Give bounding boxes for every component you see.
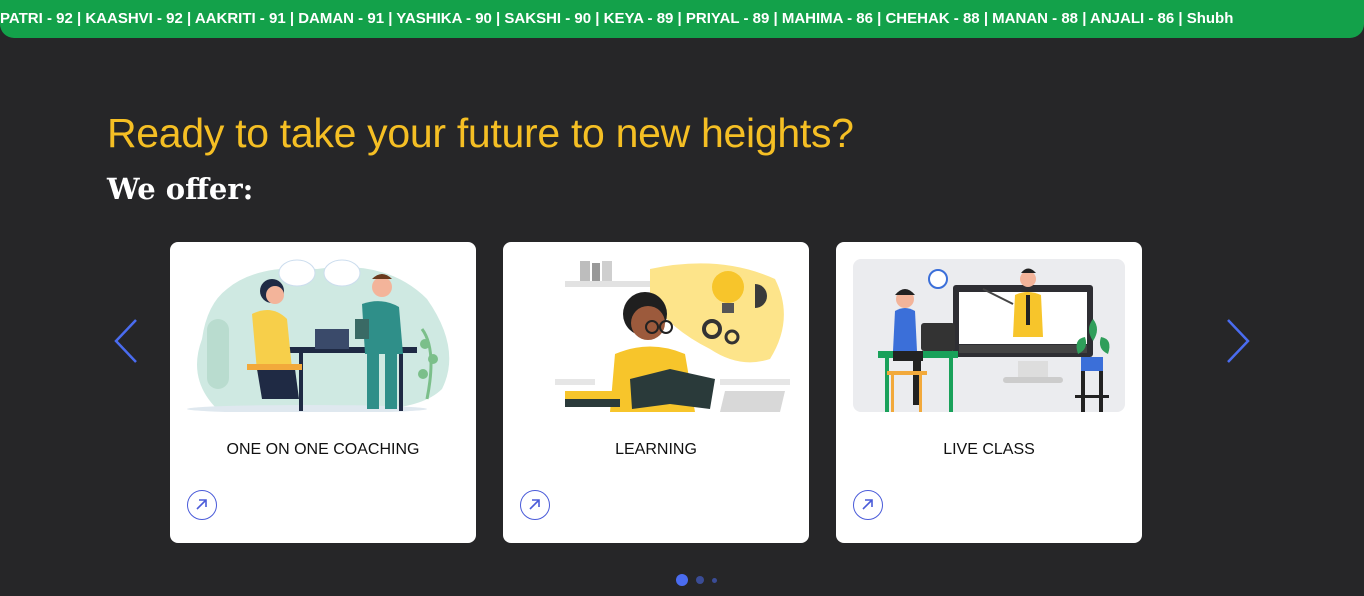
- chevron-right-icon: [1227, 319, 1250, 363]
- card-link-button[interactable]: [187, 490, 217, 520]
- chevron-left-icon: [114, 319, 137, 363]
- card-title: LIVE CLASS: [943, 441, 1035, 458]
- carousel-next-button[interactable]: [1218, 316, 1258, 366]
- pagination-dot[interactable]: [696, 576, 704, 584]
- card-link-button[interactable]: [853, 490, 883, 520]
- arrow-up-right-icon: [862, 499, 873, 510]
- scores-ticker: PATRI - 92 | KAASHVI - 92 | AAKRITI - 91…: [0, 0, 1364, 38]
- service-card-coaching[interactable]: ONE ON ONE COACHING: [170, 242, 476, 543]
- hero-headline: Ready to take your future to new heights…: [107, 110, 854, 156]
- coaching-illustration: [187, 259, 450, 412]
- card-title: ONE ON ONE COACHING: [226, 441, 420, 458]
- ticker-text: PATRI - 92 | KAASHVI - 92 | AAKRITI - 91…: [0, 10, 1234, 27]
- service-card-learning[interactable]: LEARNING: [503, 242, 809, 543]
- carousel-pagination: [676, 574, 736, 586]
- arrow-up-right-icon: [529, 499, 540, 510]
- learning-illustration: [555, 261, 790, 412]
- pagination-dot[interactable]: [712, 577, 717, 583]
- card-title: LEARNING: [615, 441, 697, 458]
- pagination-dot[interactable]: [676, 574, 688, 586]
- card-link-button[interactable]: [520, 490, 550, 520]
- live-class-illustration: [853, 259, 1125, 412]
- service-card-live-class[interactable]: LIVE CLASS: [836, 242, 1142, 543]
- offer-heading: We offer:: [107, 172, 254, 206]
- carousel-prev-button[interactable]: [106, 316, 146, 366]
- arrow-up-right-icon: [196, 499, 207, 510]
